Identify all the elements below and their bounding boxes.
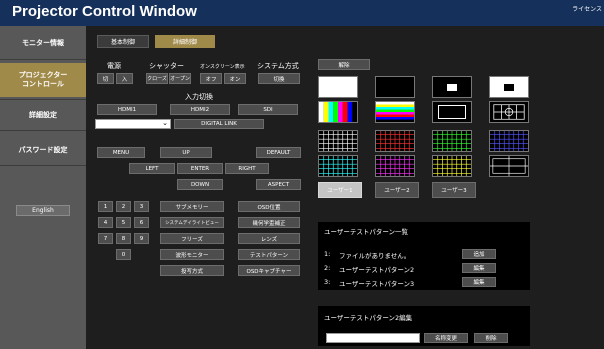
num-3-button[interactable]: 3: [134, 201, 149, 212]
pattern-focus-grid[interactable]: [489, 101, 529, 123]
freeze-button[interactable]: フリーズ: [160, 233, 224, 244]
num-2-button[interactable]: 2: [116, 201, 131, 212]
projection-method-button[interactable]: 投写方式: [160, 265, 224, 276]
user-pattern-3-button[interactable]: ユーザー3: [432, 182, 476, 198]
num-7-button[interactable]: 7: [98, 233, 113, 244]
waveform-monitor-button[interactable]: 波形モニター: [160, 249, 224, 260]
shutter-label: シャッター: [149, 62, 184, 70]
user-pattern-row-name: ファイルがありません。: [339, 252, 411, 260]
system-label: システム方式: [257, 62, 299, 70]
user-pattern-row-name: ユーザーテストパターン3: [339, 280, 415, 288]
pattern-frame[interactable]: [432, 101, 472, 123]
input-switch-label: 入力切換: [185, 93, 213, 101]
pattern-crosshatch-magenta[interactable]: [375, 155, 415, 177]
osd-capture-button[interactable]: OSDキャプチャー: [238, 265, 300, 276]
pattern-window-white[interactable]: [432, 76, 472, 98]
pattern-color-bars-vertical[interactable]: [318, 101, 358, 123]
pattern-crosshatch-green[interactable]: [432, 130, 472, 152]
sub-memory-button[interactable]: サブメモリー: [160, 201, 224, 212]
num-4-button[interactable]: 4: [98, 217, 113, 228]
rename-button[interactable]: 名称変更: [424, 333, 468, 343]
user-pattern-2-button[interactable]: ユーザー2: [375, 182, 419, 198]
default-button[interactable]: DEFAULT: [256, 147, 301, 158]
user-pattern-row-index: 2:: [324, 264, 331, 272]
onscreen-off-button[interactable]: オフ: [200, 73, 222, 84]
enter-button[interactable]: ENTER: [177, 163, 223, 174]
license-link[interactable]: ライセンス: [572, 4, 602, 13]
user-pattern-row-name: ユーザーテストパターン2: [339, 266, 415, 274]
digital-link-button[interactable]: DIGITAL LINK: [174, 119, 264, 129]
sidebar-divider: [0, 130, 86, 131]
sidebar-item-detail-settings[interactable]: 詳細設定: [0, 102, 86, 128]
num-8-button[interactable]: 8: [116, 233, 131, 244]
pattern-crosshatch-yellow[interactable]: [432, 155, 472, 177]
pattern-crosshatch-center[interactable]: [489, 155, 529, 177]
tab-advanced-control[interactable]: 詳細制御: [155, 35, 215, 48]
sidebar-item-monitor-info[interactable]: モニター情報: [0, 30, 86, 56]
sidebar-divider: [0, 99, 86, 100]
pattern-black[interactable]: [375, 76, 415, 98]
pattern-crosshatch-cyan[interactable]: [318, 155, 358, 177]
pattern-crosshatch-white[interactable]: [318, 130, 358, 152]
user-pattern-row-index: 1:: [324, 250, 331, 258]
hdmi1-button[interactable]: HDMI1: [97, 104, 157, 115]
system-daylight-button[interactable]: システムデイライトビュー: [160, 217, 224, 228]
pattern-crosshatch-red[interactable]: [375, 130, 415, 152]
edit-pattern-button[interactable]: 編集: [462, 263, 496, 273]
num-0-button[interactable]: 0: [116, 249, 131, 260]
left-button[interactable]: LEFT: [129, 163, 175, 174]
sidebar: モニター情報 プロジェクター コントロール 詳細設定 パスワード設定: [0, 26, 86, 349]
num-9-button[interactable]: 9: [134, 233, 149, 244]
user-pattern-list-title: ユーザーテストパターン一覧: [324, 228, 409, 236]
menu-button[interactable]: MENU: [97, 147, 145, 158]
pattern-name-input[interactable]: [326, 333, 420, 343]
power-label: 電源: [107, 62, 121, 70]
user-pattern-1-button[interactable]: ユーザー1: [318, 182, 362, 198]
num-6-button[interactable]: 6: [134, 217, 149, 228]
sidebar-divider: [0, 59, 86, 60]
sidebar-divider: [0, 165, 86, 166]
chevron-down-icon: ⌄: [162, 119, 168, 127]
onscreen-label: オンスクリーン表示: [200, 64, 245, 70]
lens-button[interactable]: レンズ: [238, 233, 300, 244]
user-pattern-row-index: 3:: [324, 278, 331, 286]
shutter-close-button[interactable]: クローズ: [146, 73, 168, 84]
delete-button[interactable]: 削除: [474, 333, 508, 343]
sdi-button[interactable]: SDI: [238, 104, 298, 115]
sidebar-item-password[interactable]: パスワード設定: [0, 137, 86, 163]
system-switch-button[interactable]: 切換: [258, 73, 300, 84]
sidebar-item-projector-control[interactable]: プロジェクター コントロール: [0, 63, 86, 97]
power-off-button[interactable]: 切: [97, 73, 114, 84]
pattern-crosshatch-blue[interactable]: [489, 130, 529, 152]
language-button[interactable]: English: [16, 205, 70, 216]
user-pattern-edit-title: ユーザーテストパターン2編集: [324, 314, 413, 322]
input-select[interactable]: ⌄: [95, 119, 171, 129]
pattern-release-button[interactable]: 解除: [318, 59, 370, 70]
test-pattern-button[interactable]: テストパターン: [238, 249, 300, 260]
num-5-button[interactable]: 5: [116, 217, 131, 228]
up-button[interactable]: UP: [160, 147, 212, 158]
pattern-color-bars-horizontal[interactable]: [375, 101, 415, 123]
add-pattern-button[interactable]: 追加: [462, 249, 496, 259]
pattern-window-black[interactable]: [489, 76, 529, 98]
num-1-button[interactable]: 1: [98, 201, 113, 212]
osd-position-button[interactable]: OSD位置: [238, 201, 300, 212]
down-button[interactable]: DOWN: [177, 179, 223, 190]
edit-pattern-button[interactable]: 編集: [462, 277, 496, 287]
pattern-white[interactable]: [318, 76, 358, 98]
app-title: Projector Control Window: [12, 3, 197, 20]
power-on-button[interactable]: 入: [116, 73, 133, 84]
geometry-button[interactable]: 幾何学歪補正: [238, 217, 300, 228]
hdmi2-button[interactable]: HDMI2: [170, 104, 230, 115]
tab-basic-control[interactable]: 基本制御: [97, 35, 149, 48]
aspect-button[interactable]: ASPECT: [256, 179, 301, 190]
onscreen-on-button[interactable]: オン: [224, 73, 246, 84]
right-button[interactable]: RIGHT: [225, 163, 269, 174]
shutter-open-button[interactable]: オープン: [169, 73, 191, 84]
